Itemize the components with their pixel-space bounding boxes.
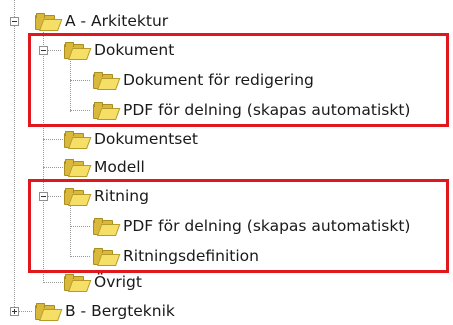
tree-line [43,282,63,283]
tree-node-ovrigt[interactable]: Övrigt [63,270,142,294]
tree-node-arkitektur[interactable]: A - Arkitektur [34,9,168,33]
tree-node-label: B - Bergteknik [65,302,175,320]
highlight-box-dokument [28,33,449,127]
collapse-toggle-arkitektur[interactable] [10,17,19,26]
folder-open-icon [63,129,92,149]
tree-node-label: Dokumentset [94,130,198,148]
folder-open-icon [63,157,92,177]
folder-open-icon [34,301,63,321]
tree-line [18,311,32,312]
expand-toggle-bergteknik[interactable] [10,307,19,316]
highlight-box-ritning [28,179,449,273]
tree-node-label: Modell [94,158,145,176]
tree-node-label: Övrigt [94,273,142,291]
folder-open-icon [63,272,92,292]
tree-node-label: A - Arkitektur [65,12,169,30]
tree-line [43,167,63,168]
folder-open-icon [34,11,63,31]
tree-node-bergteknik[interactable]: B - Bergteknik [34,299,175,323]
tree-node-dokumentset[interactable]: Dokumentset [63,127,198,151]
tree-line [43,139,63,140]
tree-line [14,25,15,311]
tree-node-modell[interactable]: Modell [63,155,145,179]
